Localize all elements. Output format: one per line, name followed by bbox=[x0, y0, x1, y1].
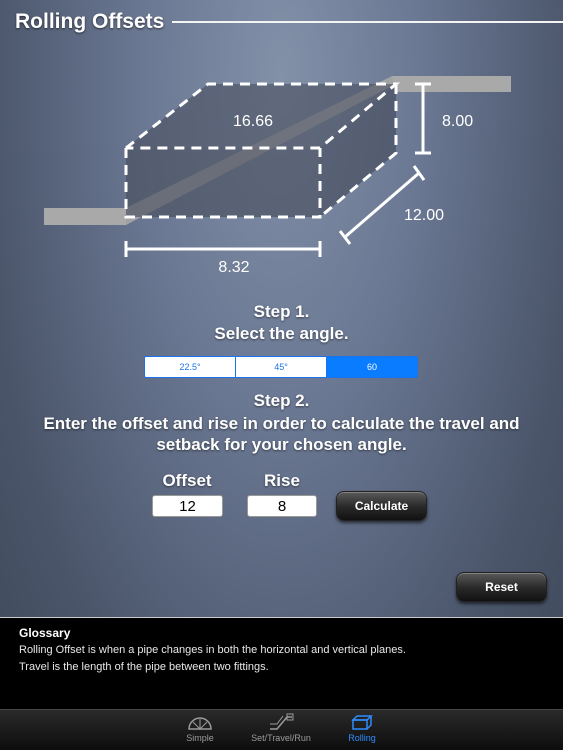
pipe bbox=[44, 208, 126, 225]
height-dimension-label: 8.00 bbox=[442, 113, 473, 130]
box-icon bbox=[351, 715, 373, 730]
rise-input[interactable]: 8 bbox=[247, 495, 317, 517]
tab-rolling[interactable]: Rolling bbox=[337, 712, 387, 750]
reset-button[interactable]: Reset bbox=[456, 572, 547, 602]
height-dimension-line bbox=[415, 82, 431, 155]
step2-subtitle: Enter the offset and rise in order to ca… bbox=[43, 414, 520, 454]
header: Rolling Offsets bbox=[0, 0, 563, 44]
width-dimension-label: 8.32 bbox=[218, 259, 249, 276]
tab-set-travel-run[interactable]: Set/Travel/Run bbox=[246, 712, 316, 750]
offset-input[interactable]: 12 bbox=[152, 495, 223, 517]
glossary-title: Glossary bbox=[19, 626, 71, 640]
step1-subtitle: Select the angle. bbox=[214, 324, 349, 343]
box-front-face bbox=[126, 148, 320, 217]
tab-rolling-label: Rolling bbox=[348, 733, 376, 743]
step1-title: Step 1. bbox=[253, 302, 310, 321]
top-dimension-label: 16.66 bbox=[233, 113, 273, 130]
angle-option-60[interactable]: 60 bbox=[327, 357, 417, 377]
tab-simple-label: Simple bbox=[186, 733, 214, 743]
depth-dimension-label: 12.00 bbox=[404, 207, 444, 224]
offset-label: Offset bbox=[162, 471, 212, 490]
tab-set-travel-run-label: Set/Travel/Run bbox=[251, 733, 311, 743]
rolling-offset-diagram: 16.66 8.00 12.00 8.32 bbox=[44, 76, 511, 276]
glossary-travel-definition: Travel is the length of the pipe between… bbox=[19, 661, 269, 673]
header-divider bbox=[172, 21, 563, 23]
width-dimension-line bbox=[124, 241, 322, 257]
pipe-top bbox=[392, 76, 511, 92]
tab-simple[interactable]: Simple bbox=[175, 712, 225, 750]
calculate-button[interactable]: Calculate bbox=[336, 491, 427, 521]
page-title: Rolling Offsets bbox=[15, 10, 165, 33]
angle-segmented-control: 22.5° 45° 60 bbox=[144, 356, 418, 378]
angle-option-22-5[interactable]: 22.5° bbox=[145, 357, 236, 377]
protractor-icon bbox=[188, 717, 212, 730]
glossary-panel: Glossary Rolling Offset is when a pipe c… bbox=[0, 617, 563, 709]
tab-bar: Simple Set/Travel/Run Rolling bbox=[0, 709, 563, 750]
glossary-rolling-offset-definition: Rolling Offset is when a pipe changes in… bbox=[19, 644, 406, 656]
angle-option-45[interactable]: 45° bbox=[236, 357, 327, 377]
pipe-offset-icon bbox=[270, 713, 294, 730]
rise-label: Rise bbox=[264, 471, 300, 490]
step2-title: Step 2. bbox=[253, 391, 310, 410]
